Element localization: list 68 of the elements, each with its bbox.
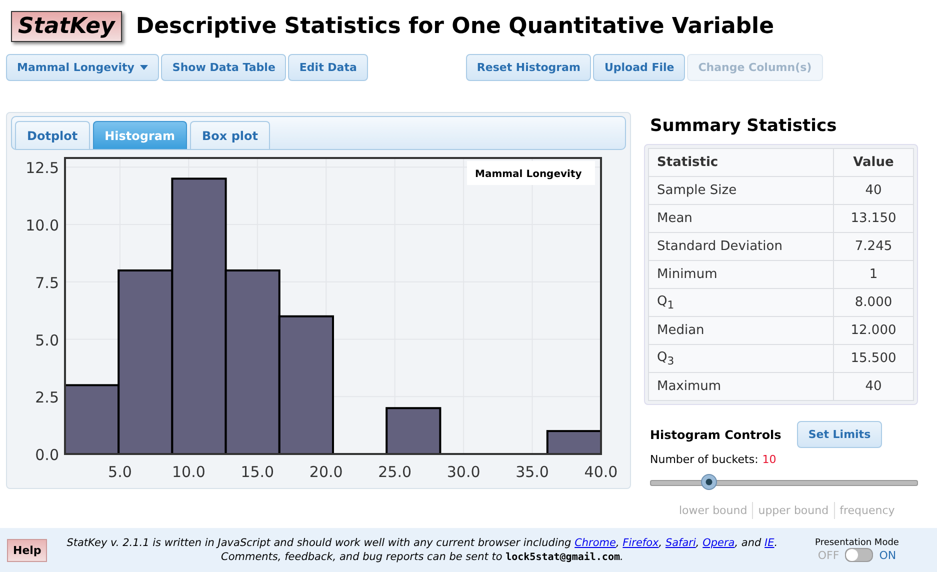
x-tick-label: 25.0 bbox=[378, 463, 412, 481]
off-label: OFF bbox=[818, 548, 840, 562]
table-cell: 13.150 bbox=[834, 204, 914, 232]
presentation-mode-label: Presentation Mode bbox=[815, 538, 899, 548]
browser-link[interactable]: Safari bbox=[665, 536, 696, 548]
statkey-logo[interactable]: StatKey bbox=[11, 10, 122, 42]
set-limits-button[interactable]: Set Limits bbox=[797, 421, 882, 448]
plot-tab[interactable]: Dotplot bbox=[15, 121, 90, 149]
presentation-toggle[interactable] bbox=[845, 548, 874, 562]
help-button[interactable]: Help bbox=[7, 538, 48, 562]
table-cell: Q$_{3}$ bbox=[648, 344, 834, 372]
table-cell: 15.500 bbox=[834, 344, 914, 372]
table-cell: 40 bbox=[834, 372, 914, 400]
table-cell: 8.000 bbox=[834, 288, 914, 316]
table-cell: 40 bbox=[834, 176, 914, 204]
toolbar-button[interactable]: Show Data Table bbox=[161, 54, 286, 81]
browser-link[interactable]: Firefox bbox=[622, 536, 659, 548]
section-title: Summary Statistics bbox=[650, 116, 838, 136]
y-tick-label: 0.0 bbox=[35, 446, 59, 464]
histogram-bar bbox=[386, 407, 442, 455]
toolbar-button[interactable]: Reset Histogram bbox=[466, 54, 592, 81]
y-tick-label: 10.0 bbox=[26, 216, 59, 235]
slider-thumb[interactable] bbox=[700, 474, 717, 490]
buckets-label: Number of buckets: bbox=[650, 453, 758, 466]
table-cell: Median bbox=[648, 316, 834, 344]
column-header: lower bound bbox=[678, 503, 748, 519]
y-tick-label: 5.0 bbox=[35, 331, 59, 350]
histogram-bar bbox=[546, 430, 602, 455]
column-header: frequency bbox=[834, 502, 900, 519]
y-tick-label: 2.5 bbox=[35, 388, 59, 407]
bucket-slider[interactable] bbox=[650, 474, 918, 490]
section-title: Histogram Controls bbox=[650, 428, 782, 442]
buckets-value: 10 bbox=[762, 453, 776, 466]
x-tick-label: 35.0 bbox=[516, 463, 549, 481]
x-tick-label: 5.0 bbox=[108, 463, 132, 481]
browser-link[interactable]: IE bbox=[764, 536, 774, 548]
table-cell: 1 bbox=[834, 260, 914, 288]
browser-link[interactable]: Opera bbox=[702, 536, 735, 548]
table-cell: Sample Size bbox=[648, 176, 834, 204]
plot-tab[interactable]: Histogram bbox=[92, 121, 188, 149]
on-label: ON bbox=[879, 548, 896, 562]
toolbar-button[interactable]: Upload File bbox=[593, 54, 686, 81]
toolbar-button[interactable]: Edit Data bbox=[288, 54, 368, 81]
browser-link[interactable]: Chrome bbox=[574, 536, 616, 548]
y-tick-label: 12.5 bbox=[26, 159, 59, 178]
caret-icon bbox=[140, 65, 148, 70]
footer-note: StatKey v. 2.1.1 is written in JavaScript and should work well with any current browser including Chrome, Firefox, Safari, Opera, and IE. bbox=[66, 536, 779, 550]
legend-label: Mammal Longevity bbox=[475, 169, 582, 180]
x-tick-label: 15.0 bbox=[240, 463, 274, 481]
x-tick-label: 40.0 bbox=[584, 463, 618, 481]
dataset-dropdown[interactable]: Mammal Longevity bbox=[6, 54, 160, 81]
table-cell: Q$_{1}$ bbox=[648, 288, 834, 316]
table-cell: 7.245 bbox=[834, 232, 914, 260]
table-cell: 12.000 bbox=[834, 316, 914, 344]
x-tick-label: 20.0 bbox=[309, 463, 343, 481]
table-cell: Mean bbox=[648, 204, 834, 232]
x-tick-label: 10.0 bbox=[172, 463, 206, 481]
table-cell: Minimum bbox=[648, 260, 834, 288]
page-title: Descriptive Statistics for One Quantitative Variable bbox=[136, 14, 774, 38]
table-cell: Standard Deviation bbox=[648, 232, 834, 260]
x-tick-label: 30.0 bbox=[446, 463, 480, 481]
plot-tab[interactable]: Box plot bbox=[190, 121, 270, 149]
table-cell: Maximum bbox=[648, 372, 834, 400]
footer-note: Comments, feedback, and bug reports can be sent to lock5stat@gmail.com. bbox=[220, 550, 624, 564]
y-tick-label: 7.5 bbox=[35, 274, 59, 292]
column-header: Value bbox=[834, 148, 914, 176]
column-header: upper bound bbox=[752, 502, 834, 519]
column-header: Statistic bbox=[648, 148, 834, 176]
